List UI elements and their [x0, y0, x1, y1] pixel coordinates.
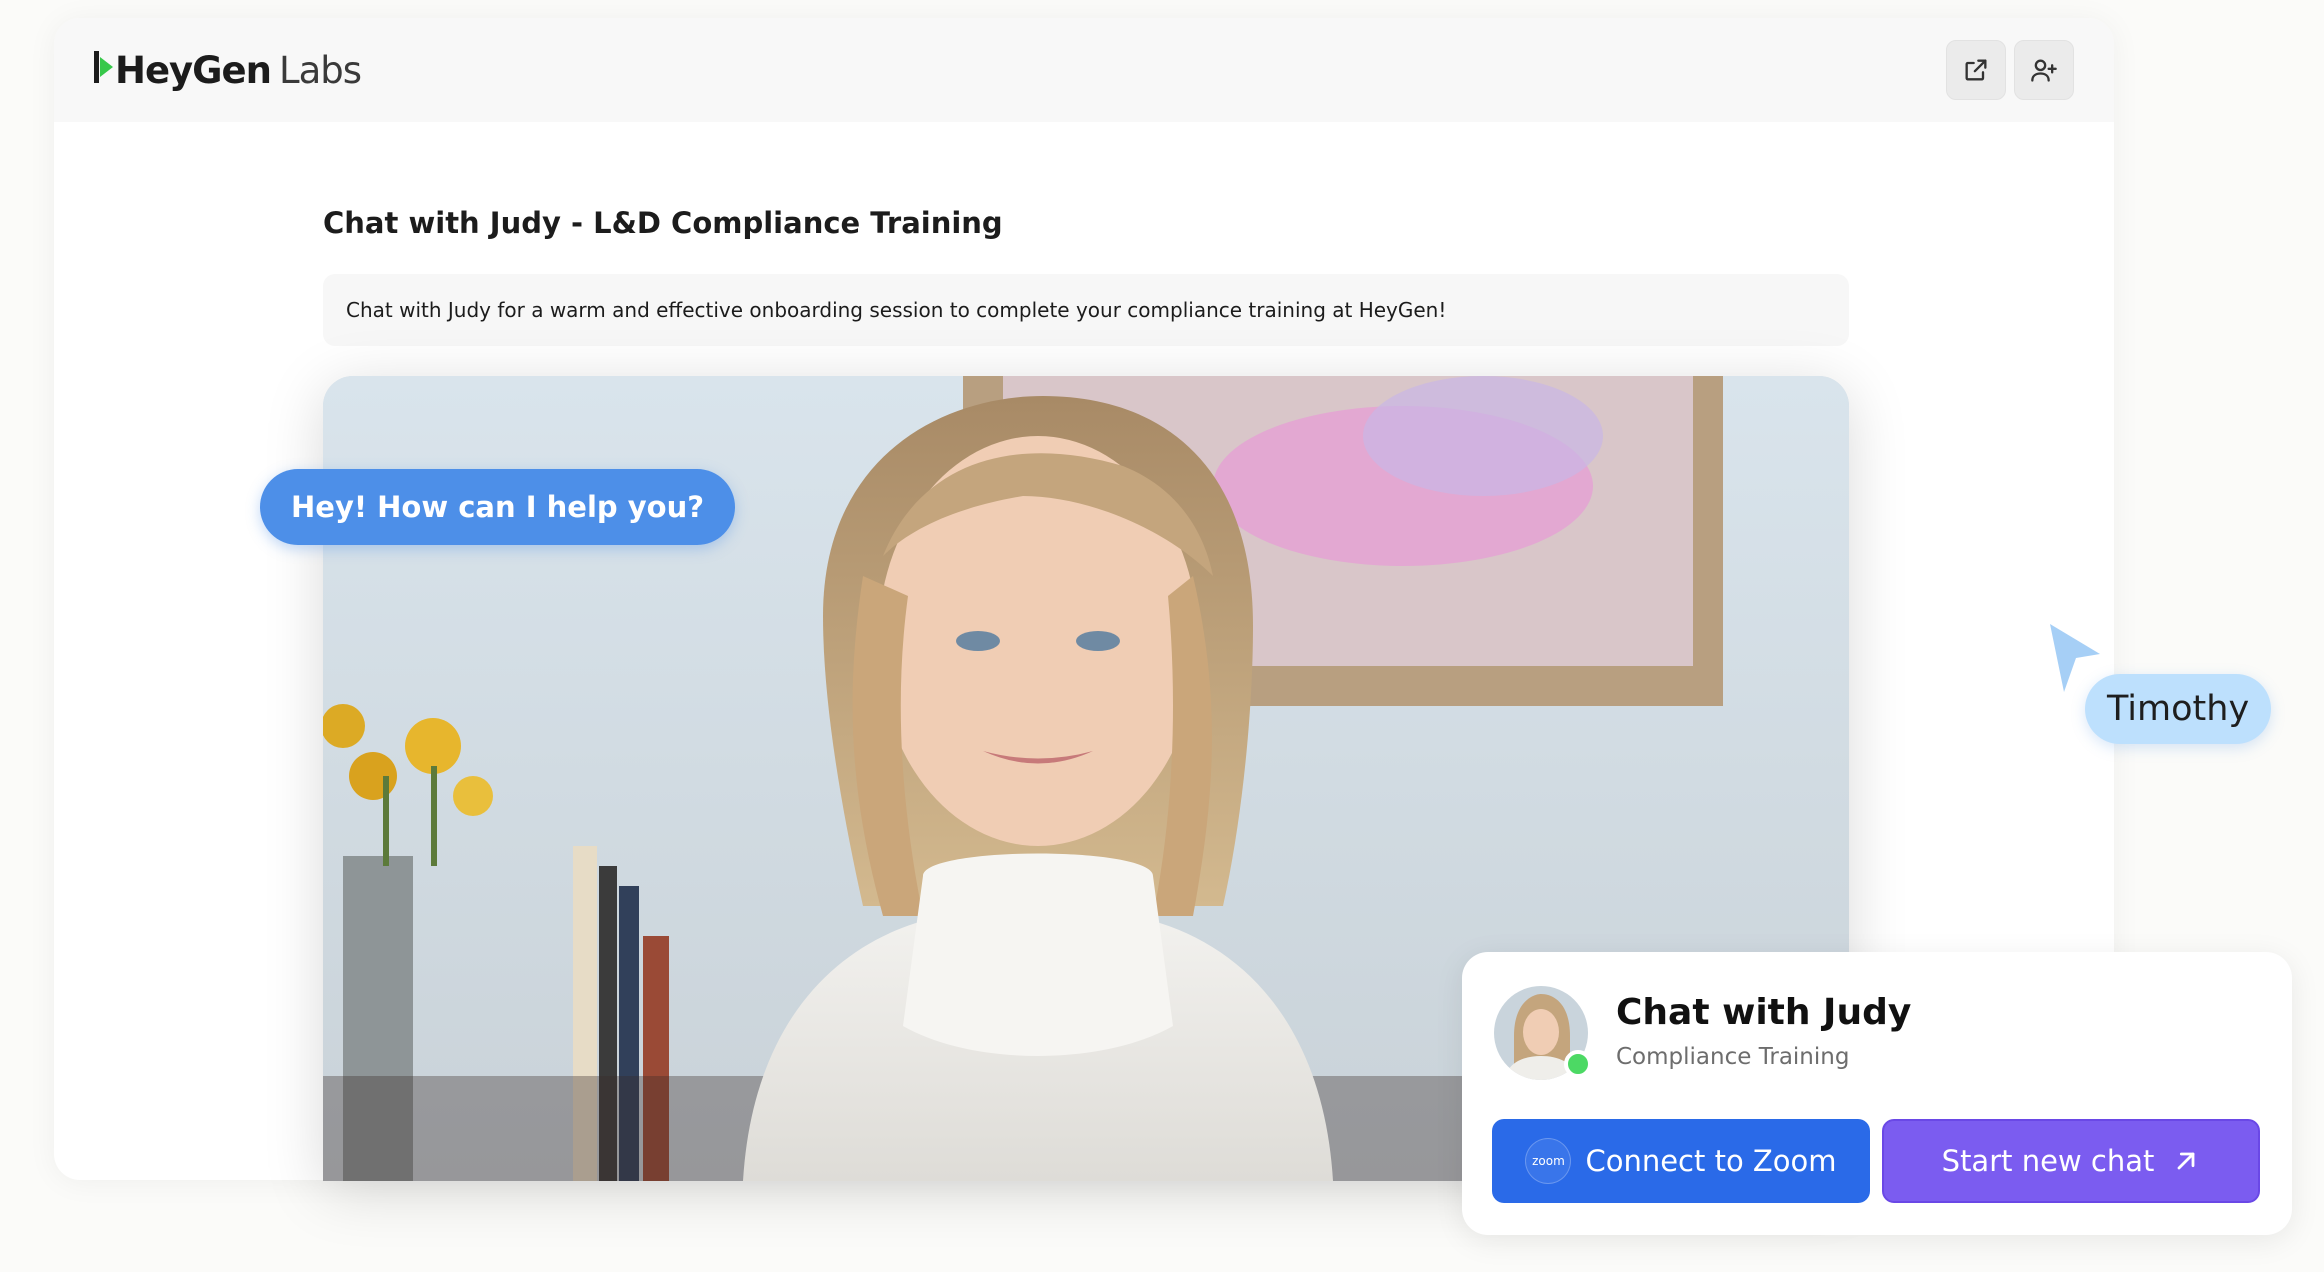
description-box: Chat with Judy for a warm and effective …: [323, 274, 1849, 346]
collaborator-cursor-label: Timothy: [2085, 674, 2272, 744]
arrow-up-right-icon: [2177, 1152, 2195, 1170]
logo-subtext: Labs: [278, 48, 362, 92]
avatar: [1494, 986, 1592, 1080]
top-actions: [1946, 40, 2074, 100]
top-bar: HeyGen Labs: [54, 18, 2114, 122]
open-external-button[interactable]: [1946, 40, 2006, 100]
connect-to-zoom-button[interactable]: zoom Connect to Zoom: [1492, 1119, 1870, 1203]
chat-card: Chat with Judy Compliance Training zoom …: [1462, 952, 2292, 1235]
logo-mark-icon: [94, 50, 113, 83]
zoom-logo-icon: zoom: [1525, 1138, 1572, 1184]
start-new-chat-button[interactable]: Start new chat: [1882, 1119, 2260, 1203]
avatar-speech-bubble: Hey! How can I help you?: [260, 469, 736, 545]
invite-user-button[interactable]: [2014, 40, 2074, 100]
description-text: Chat with Judy for a warm and effective …: [346, 298, 1447, 322]
external-link-icon: [1965, 59, 1987, 81]
chat-card-subtitle: Compliance Training: [1616, 1044, 1850, 1070]
chat-card-title: Chat with Judy: [1616, 992, 1912, 1033]
online-status-indicator: [1564, 1050, 1592, 1078]
page-title: Chat with Judy - L&D Compliance Training: [323, 206, 1003, 240]
connect-to-zoom-label: Connect to Zoom: [1585, 1144, 1837, 1178]
logo-text: HeyGen: [115, 48, 272, 92]
start-new-chat-label: Start new chat: [1941, 1144, 2155, 1178]
heygen-logo[interactable]: HeyGen Labs: [94, 48, 362, 92]
add-user-icon: [2031, 59, 2057, 82]
